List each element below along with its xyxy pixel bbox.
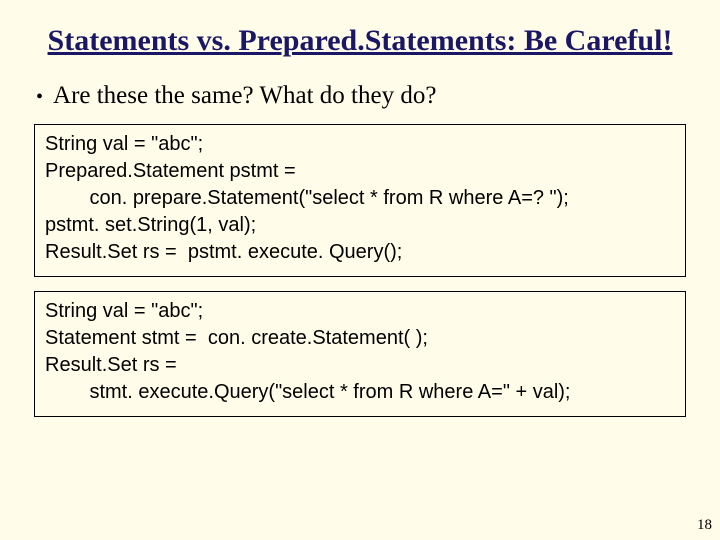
code-line: Statement stmt = con. create.Statement( … xyxy=(45,325,675,352)
slide: Statements vs. Prepared.Statements: Be C… xyxy=(0,0,720,417)
code-box-prepared: String val = "abc"; Prepared.Statement p… xyxy=(34,124,686,277)
code-line: pstmt. set.String(1, val); xyxy=(45,212,675,239)
bullet-item: • Are these the same? What do they do? xyxy=(32,82,688,110)
code-line: String val = "abc"; xyxy=(45,131,675,158)
bullet-glyph: • xyxy=(36,87,43,107)
slide-title: Statements vs. Prepared.Statements: Be C… xyxy=(32,22,688,60)
code-box-statement: String val = "abc"; Statement stmt = con… xyxy=(34,291,686,417)
code-line: Result.Set rs = xyxy=(45,352,675,379)
bullet-text: Are these the same? What do they do? xyxy=(53,82,436,110)
code-line: Prepared.Statement pstmt = xyxy=(45,158,675,185)
code-line: String val = "abc"; xyxy=(45,298,675,325)
page-number: 18 xyxy=(697,517,712,534)
code-line: Result.Set rs = pstmt. execute. Query(); xyxy=(45,239,675,266)
code-line: stmt. execute.Query("select * from R whe… xyxy=(45,379,675,406)
code-line: con. prepare.Statement("select * from R … xyxy=(45,185,675,212)
